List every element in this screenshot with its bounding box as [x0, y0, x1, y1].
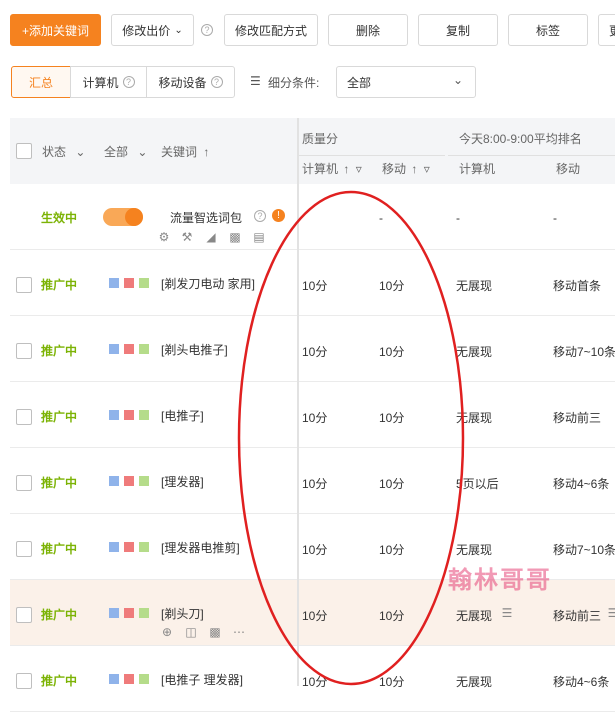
watermark: 翰林哥哥 — [448, 565, 552, 594]
